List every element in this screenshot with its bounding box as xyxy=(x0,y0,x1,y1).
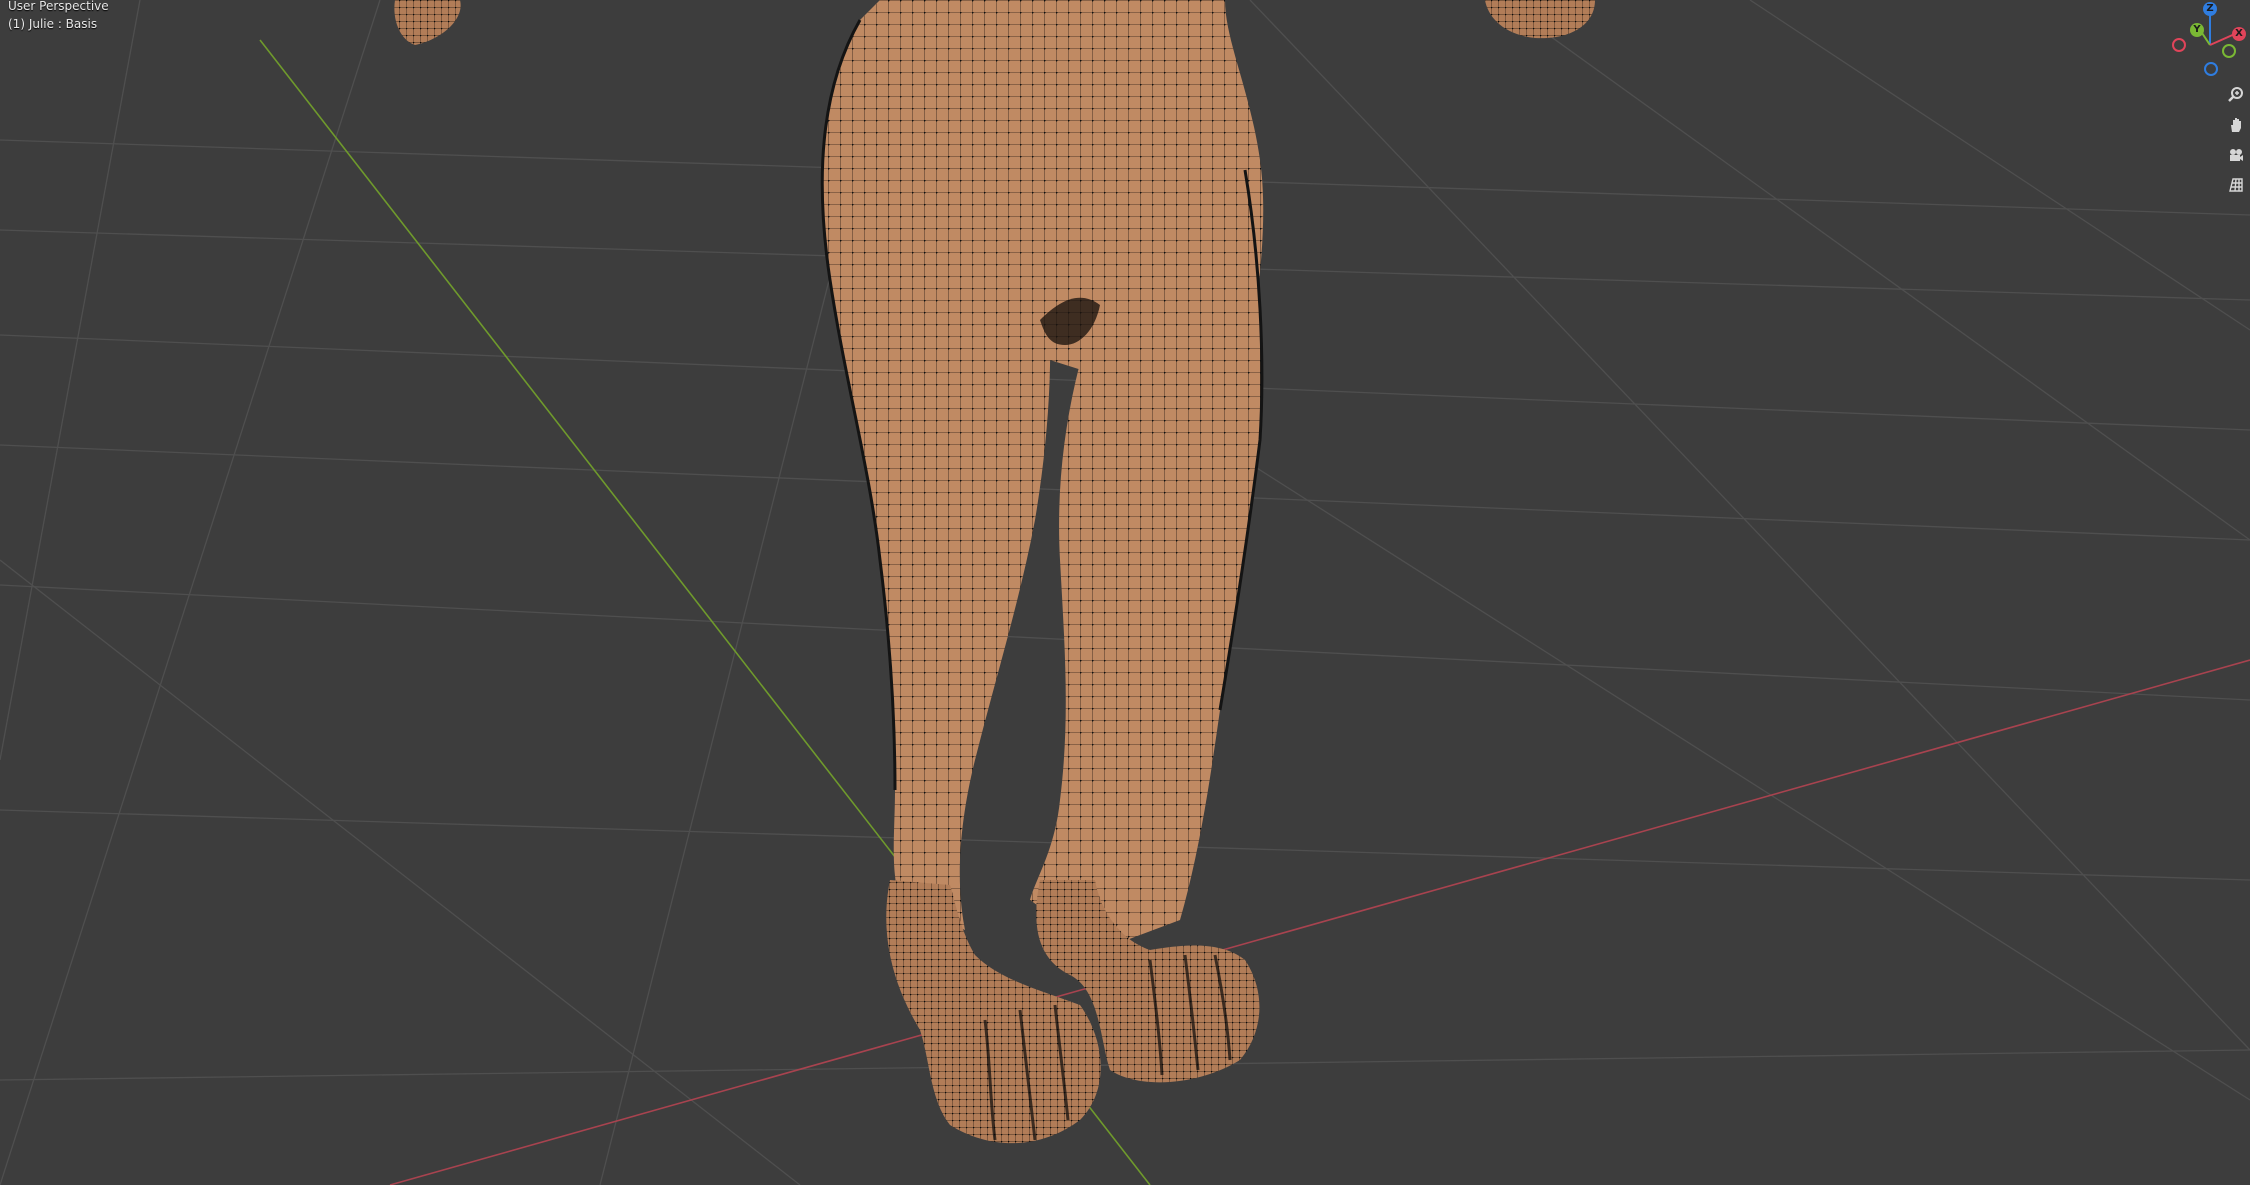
hand-icon xyxy=(2231,118,2241,132)
gizmo-neg-x-axis[interactable] xyxy=(2172,38,2186,52)
camera-view-button[interactable] xyxy=(2224,143,2248,167)
ortho-toggle-button[interactable] xyxy=(2224,173,2248,197)
zoom-button[interactable] xyxy=(2224,82,2248,106)
character-mesh[interactable] xyxy=(394,0,1595,1144)
camera-icon xyxy=(2230,149,2243,161)
pan-button[interactable] xyxy=(2224,113,2248,137)
grid-icon xyxy=(2229,178,2243,192)
gizmo-z-axis[interactable]: Z xyxy=(2203,2,2217,16)
gizmo-y-axis[interactable]: Y xyxy=(2190,23,2204,37)
gizmo-neg-z-axis[interactable] xyxy=(2204,62,2218,76)
gizmo-neg-y-axis[interactable] xyxy=(2222,44,2236,58)
gizmo-x-axis[interactable]: X xyxy=(2232,27,2246,41)
navigation-gizmo[interactable]: Z Y X xyxy=(2160,0,2250,80)
3d-viewport[interactable]: User Perspective (1) Julie : Basis xyxy=(0,0,2250,1185)
magnifier-icon xyxy=(2228,87,2243,102)
view-name-label: User Perspective xyxy=(8,0,109,13)
viewport-canvas[interactable] xyxy=(0,0,2250,1185)
active-object-label: (1) Julie : Basis xyxy=(8,17,98,31)
